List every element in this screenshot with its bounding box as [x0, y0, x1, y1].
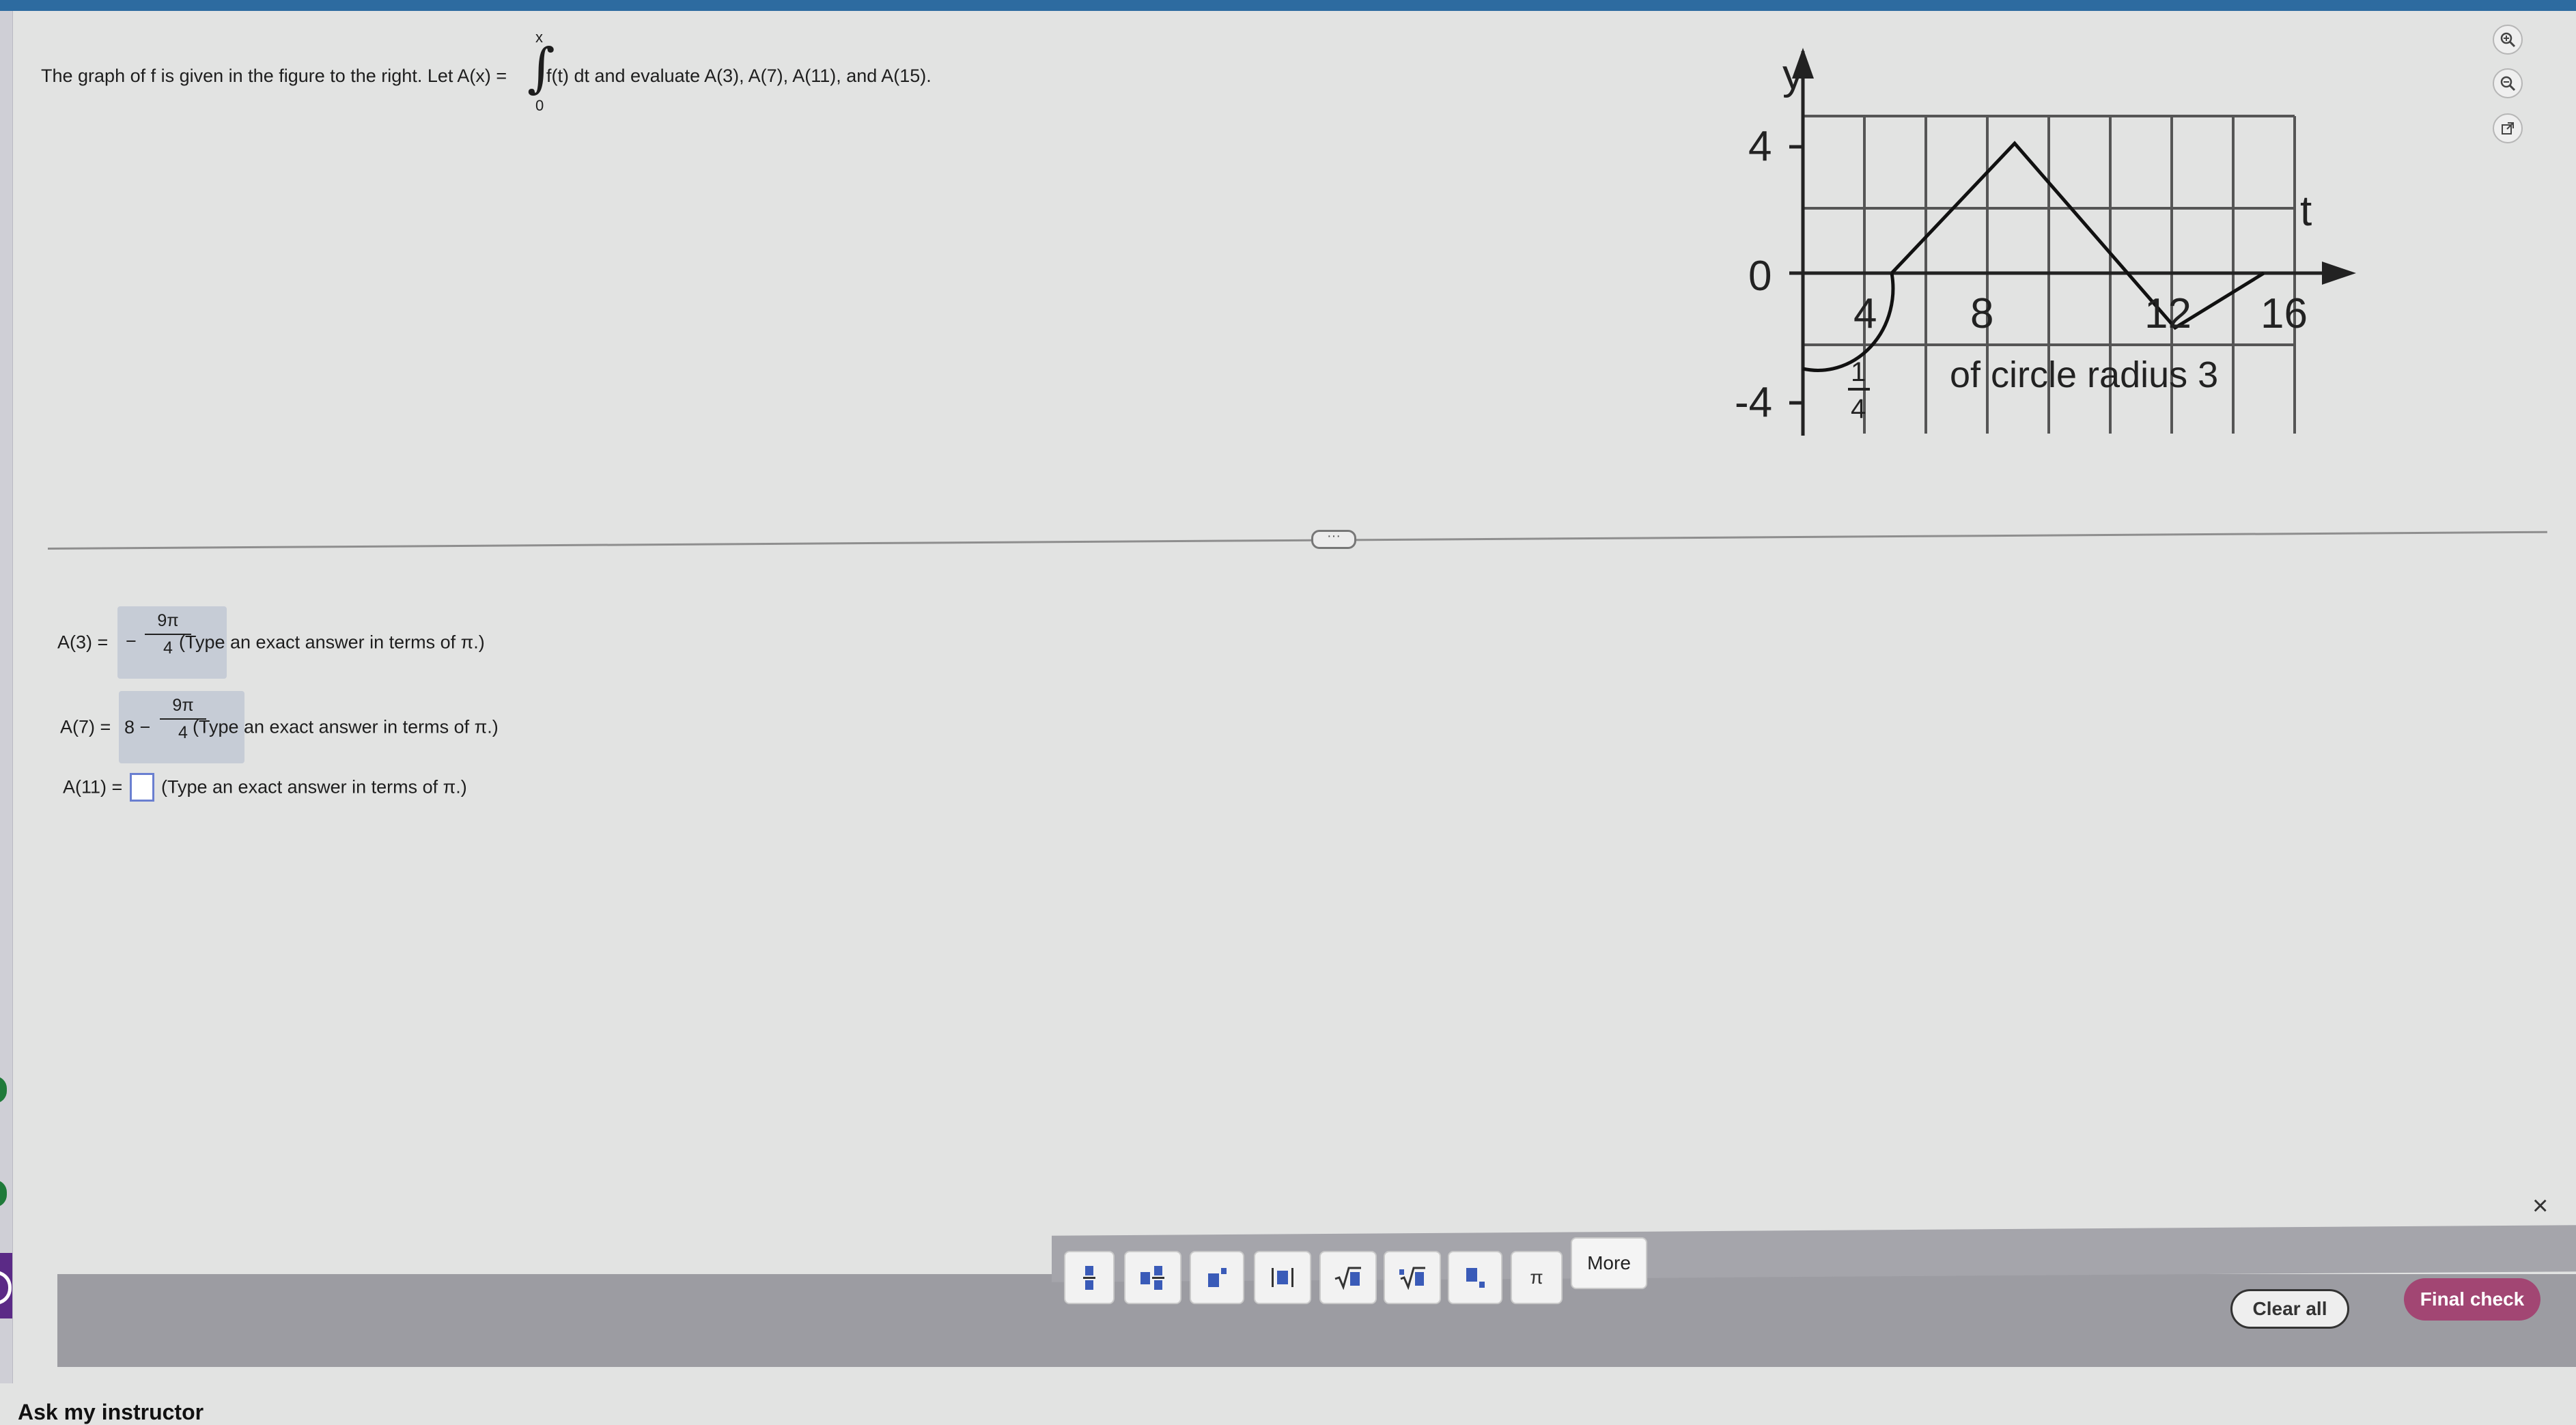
x-axis-arrow	[2322, 262, 2356, 285]
bottom-action-bar	[57, 1274, 2576, 1367]
resize-handle[interactable]: ···	[1311, 529, 1356, 549]
x-tick-16: 16	[2260, 290, 2308, 337]
y-tick-4: 4	[1748, 123, 1772, 170]
answer-prefix: −	[126, 631, 137, 651]
status-dot	[0, 1180, 7, 1207]
zoom-in-icon[interactable]	[2493, 25, 2523, 55]
x-tick-12: 12	[2144, 290, 2192, 337]
annotation-fraction-den: 4	[1851, 394, 1866, 424]
x-axis-label: t	[2300, 188, 2312, 235]
close-palette-icon[interactable]: ×	[2532, 1191, 2548, 1222]
graph-annotation: of circle radius 3	[1950, 354, 2218, 395]
integral-lower-limit: 0	[535, 97, 544, 114]
quarter-circle-arc	[1802, 272, 1895, 372]
annotation-fraction-num: 1	[1851, 357, 1866, 387]
more-button[interactable]: More	[1571, 1237, 1647, 1289]
left-side-strip	[0, 11, 13, 1383]
status-dot	[0, 1076, 7, 1103]
answer-row-a3: A(3) = − 9π 4 (Type an exact answer in t…	[57, 606, 604, 679]
zoom-out-icon[interactable]	[2493, 68, 2523, 98]
exponent-button[interactable]	[1190, 1251, 1244, 1304]
subscript-button[interactable]	[1448, 1251, 1502, 1304]
nth-root-button[interactable]	[1384, 1251, 1441, 1304]
side-tab[interactable]	[0, 1253, 12, 1318]
clear-all-button[interactable]: Clear all	[2230, 1289, 2349, 1329]
tab-icon	[0, 1271, 12, 1305]
pi-button[interactable]: π	[1511, 1251, 1563, 1304]
answer-prefix: 8 −	[124, 717, 151, 737]
fraction-numerator: 9π	[157, 611, 179, 630]
answer-label: A(7) =	[60, 716, 111, 737]
x-tick-4: 4	[1853, 290, 1877, 337]
answer-hint: (Type an exact answer in terms of π.)	[161, 776, 467, 798]
y-tick-neg4: -4	[1735, 379, 1772, 426]
question-suffix: f(t) dt and evaluate A(3), A(7), A(11), …	[546, 66, 932, 86]
answer-label: A(3) =	[57, 632, 109, 653]
question-text: The graph of f is given in the figure to…	[41, 27, 1065, 116]
fraction-button[interactable]	[1064, 1251, 1115, 1304]
answer-label: A(11) =	[63, 776, 123, 798]
top-bar	[0, 0, 2576, 11]
section-divider	[47, 531, 2547, 550]
graph-svg: y t 4 0 -4 4 8 12 16 1 4 of circle radiu…	[1735, 48, 2356, 436]
function-graph: y t 4 0 -4 4 8 12 16 1 4 of circle radiu…	[1721, 27, 2377, 451]
question-prefix: The graph of f is given in the figure to…	[41, 66, 507, 86]
y-tick-0: 0	[1748, 253, 1772, 300]
popout-icon[interactable]	[2493, 113, 2523, 143]
answer-row-a7: A(7) = 8 − 9π 4 (Type an exact answer in…	[60, 691, 606, 763]
mixed-number-button[interactable]	[1124, 1251, 1181, 1304]
answer-hint: (Type an exact answer in terms of π.)	[193, 716, 499, 737]
final-check-button[interactable]: Final check	[2404, 1278, 2540, 1321]
answer-input-a11[interactable]	[130, 773, 154, 802]
absolute-value-button[interactable]	[1254, 1251, 1311, 1304]
square-root-button[interactable]	[1319, 1251, 1377, 1304]
ask-instructor-link[interactable]: Ask my instructor	[18, 1400, 204, 1425]
fraction-numerator: 9π	[172, 696, 194, 715]
line-segments	[1890, 141, 2265, 330]
answer-hint: (Type an exact answer in terms of π.)	[179, 632, 485, 653]
x-tick-8: 8	[1970, 290, 1993, 337]
answer-row-a11: A(11) = (Type an exact answer in terms o…	[63, 773, 609, 802]
y-axis-label: y	[1782, 51, 1804, 98]
